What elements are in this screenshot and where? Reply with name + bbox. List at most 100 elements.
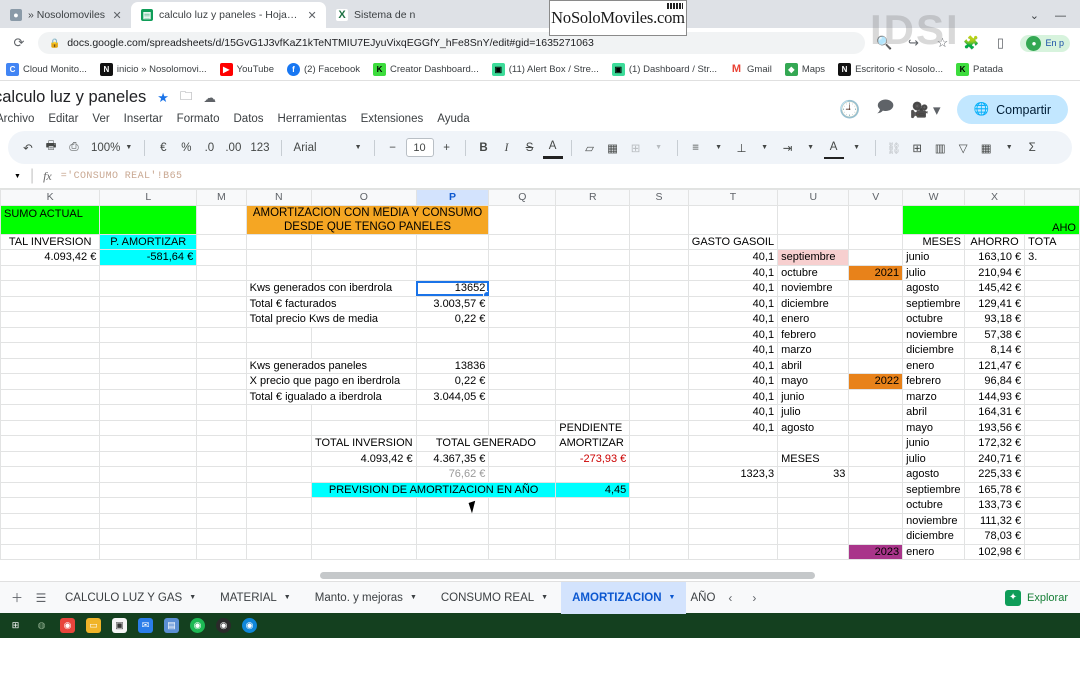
borders-button[interactable]: ▦ [603,137,623,159]
spreadsheet-grid[interactable]: K L M N O P Q R S T U V W X SUMO ACTUAL … [0,189,1080,581]
cell-ahorro-val-4[interactable]: 93,18 € [963,311,1026,328]
bookmark-item[interactable]: ▣ (11) Alert Box / Stre... [491,62,599,76]
next-sheet-arrow[interactable]: › [743,591,765,605]
column-header-S[interactable]: S [629,189,689,206]
cell-K8[interactable] [0,311,101,328]
cell-V22[interactable] [848,528,904,545]
functions-button[interactable]: Σ [1022,137,1042,159]
cell-ahorro-mes-17[interactable]: noviembre [902,512,965,529]
cell-X19[interactable] [1024,481,1080,498]
cell-S7[interactable] [629,295,689,312]
menu-datos[interactable]: Datos [234,113,264,125]
cell-value-kws-iberdrola[interactable]: 13652 [415,280,490,297]
cell-gasoil-value-0[interactable]: 40,1 [687,249,779,266]
cell-M21[interactable] [196,512,247,529]
cell-V15[interactable] [848,419,904,436]
chevron-down-icon[interactable]: ▼ [709,137,729,159]
cell-X8[interactable] [1024,311,1080,328]
merge-cells-button[interactable]: ⊞ [626,137,646,159]
bookmark-item[interactable]: ▶ YouTube [219,62,274,76]
chevron-down-icon[interactable]: ▼ [755,137,775,159]
cell-K15[interactable] [0,419,101,436]
cell-U19[interactable] [777,481,850,498]
cell-R3[interactable] [555,233,631,250]
cell-Q13[interactable] [488,388,557,405]
chrome-icon[interactable]: ◉ [60,618,75,633]
cell-K18[interactable] [0,466,101,483]
bookmark-item[interactable]: K Creator Dashboard... [373,62,479,76]
cell-ahorro-mes-3[interactable]: septiembre [902,295,965,312]
cell-label-precio-iberdrola[interactable]: X precio que pago en iberdrola [245,373,417,390]
cell-L23[interactable] [99,543,198,560]
cell-S8[interactable] [629,311,689,328]
cell-R8[interactable] [555,311,631,328]
browser-tab-2[interactable]: X Sistema de n [326,2,424,28]
cell-label-kws-iberdrola[interactable]: Kws generados con iberdrola [245,280,417,297]
cell-U22[interactable] [777,528,850,545]
cell-V14[interactable] [848,404,904,421]
cell-K6[interactable] [0,280,101,297]
cell-ahorro-mes-18[interactable]: diciembre [902,528,965,545]
cell-ahorro-mes-9[interactable]: marzo [902,388,965,405]
cell-K20[interactable] [0,497,101,514]
cell-P22[interactable] [415,528,490,545]
cell-X11[interactable] [1024,357,1080,374]
cell-gasoil-value-4[interactable]: 40,1 [687,311,779,328]
cell-total-inversion-header[interactable]: TAL INVERSION [0,233,101,250]
cell-U20[interactable] [777,497,850,514]
paint-format-button[interactable]: ⎙ [64,137,84,159]
cell-Q22[interactable] [488,528,557,545]
cell-ahorro-val-10[interactable]: 164,31 € [963,404,1026,421]
cell-X17[interactable] [1024,450,1080,467]
cell-X9[interactable] [1024,326,1080,343]
insert-comment-button[interactable]: ⊞ [907,137,927,159]
cell-ahorro-mes-8[interactable]: febrero [902,373,965,390]
cell-M20[interactable] [196,497,247,514]
font-size-input[interactable]: 10 [405,138,434,157]
cell-N10[interactable] [245,342,312,359]
text-color-button[interactable]: A [542,137,563,159]
cell-S9[interactable] [629,326,689,343]
text-rotation-button[interactable]: A [823,137,844,159]
cell-Q14[interactable] [488,404,557,421]
meet-camera-icon[interactable]: 🎥 ▾ [910,101,940,119]
cell-S1[interactable] [629,204,689,235]
chevron-down-icon[interactable]: ▼ [410,594,417,601]
cell-T23[interactable] [687,543,779,560]
cell-K17[interactable] [0,450,101,467]
cell-prevision-label[interactable]: PREVISION DE AMORTIZACION EN AÑO [310,481,557,498]
cell-K9[interactable] [0,326,101,343]
cell-gasoil-value-1[interactable]: 40,1 [687,264,779,281]
cell-amortizar-value[interactable]: -581,64 € [99,249,198,266]
insert-chart-button[interactable]: ▥ [930,137,950,159]
mail-icon[interactable]: ✉ [138,618,153,633]
cell-V20[interactable] [848,497,904,514]
cell-ahorro-val-8[interactable]: 96,84 € [963,373,1026,390]
cell-N23[interactable] [245,543,312,560]
cell-value-precio-iberdrola[interactable]: 0,22 € [415,373,490,390]
banner-ahorro[interactable]: AHO [902,204,1080,235]
cell-N4[interactable] [245,249,312,266]
cell-total-generado-h[interactable]: TOTAL GENERADO [415,435,557,452]
cell-L15[interactable] [99,419,198,436]
cell-V1[interactable] [848,204,904,235]
cell-meses-header[interactable]: MESES [902,233,965,250]
cell-inversion-total-value[interactable]: 4.093,42 € [310,450,417,467]
add-sheet-icon[interactable]: ＋ [6,589,28,606]
cell-ahorro-header[interactable]: AHORRO [963,233,1026,250]
cell-R4[interactable] [555,249,631,266]
name-box-chevron-icon[interactable]: ▼ [14,173,21,180]
cell-N20[interactable] [245,497,312,514]
sheet-tab-amortizacion[interactable]: AMORTIZACION ▼ [561,581,687,614]
cell-gasoil-value-2[interactable]: 40,1 [687,280,779,297]
column-header-P[interactable]: P [415,189,490,206]
cell-S19[interactable] [629,481,689,498]
more-formats-button[interactable]: 123 [247,137,272,159]
bookmark-item[interactable]: C Cloud Monito... [6,62,87,76]
obs-icon[interactable]: ◉ [216,618,231,633]
chevron-down-icon[interactable]: ▼ [847,137,867,159]
cell-V13[interactable] [848,388,904,405]
cell-Q3[interactable] [488,233,557,250]
chevron-down-icon[interactable]: ▼ [541,594,548,601]
cell-gasoil-mes-11[interactable]: agosto [777,419,850,436]
